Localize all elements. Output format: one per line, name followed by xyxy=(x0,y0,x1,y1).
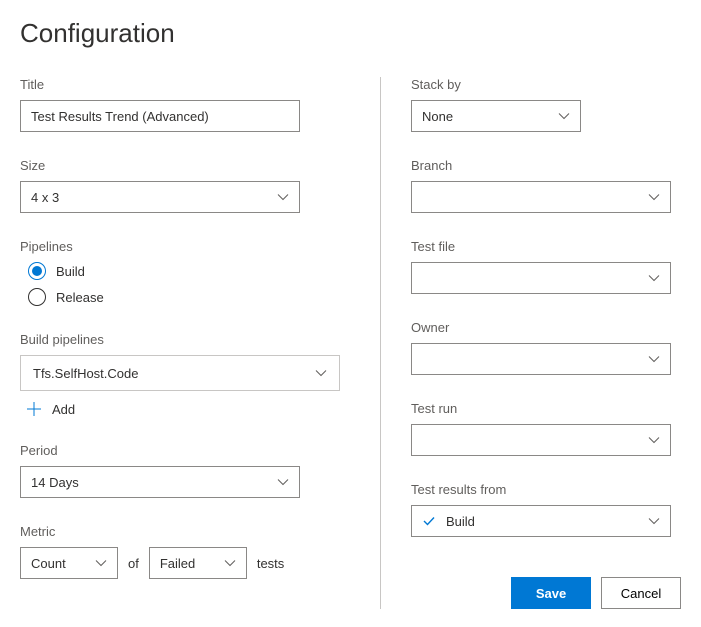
build-pipelines-value: Tfs.SelfHost.Code xyxy=(33,366,315,381)
testfile-select[interactable] xyxy=(411,262,671,294)
metric-field: Metric Count of Failed tests xyxy=(20,524,350,579)
pipelines-label: Pipelines xyxy=(20,239,350,254)
save-button[interactable]: Save xyxy=(511,577,591,609)
size-field: Size 4 x 3 xyxy=(20,158,350,213)
testrun-select[interactable] xyxy=(411,424,671,456)
owner-field: Owner xyxy=(411,320,681,375)
chevron-down-icon xyxy=(648,434,660,446)
page-title: Configuration xyxy=(20,18,681,49)
check-icon xyxy=(422,514,436,528)
metric-first-select[interactable]: Count xyxy=(20,547,118,579)
radio-build[interactable]: Build xyxy=(28,262,350,280)
build-pipelines-field: Build pipelines Tfs.SelfHost.Code Add xyxy=(20,332,350,417)
title-label: Title xyxy=(20,77,350,92)
radio-release-label: Release xyxy=(56,290,104,305)
period-label: Period xyxy=(20,443,350,458)
stackby-select[interactable]: None xyxy=(411,100,581,132)
resultsfrom-value: Build xyxy=(446,514,638,529)
chevron-down-icon xyxy=(648,191,660,203)
size-label: Size xyxy=(20,158,350,173)
radio-icon xyxy=(28,262,46,280)
metric-tests-text: tests xyxy=(257,556,284,571)
radio-icon xyxy=(28,288,46,306)
resultsfrom-select[interactable]: Build xyxy=(411,505,671,537)
stackby-value: None xyxy=(422,109,558,124)
resultsfrom-field: Test results from Build xyxy=(411,482,681,537)
chevron-down-icon xyxy=(277,191,289,203)
period-field: Period 14 Days xyxy=(20,443,350,498)
radio-release[interactable]: Release xyxy=(28,288,350,306)
build-pipelines-select[interactable]: Tfs.SelfHost.Code xyxy=(20,355,340,391)
testfile-field: Test file xyxy=(411,239,681,294)
chevron-down-icon xyxy=(315,367,327,379)
size-select[interactable]: 4 x 3 xyxy=(20,181,300,213)
chevron-down-icon xyxy=(648,272,660,284)
add-pipeline-button[interactable]: Add xyxy=(20,401,350,417)
size-value: 4 x 3 xyxy=(31,190,277,205)
cancel-button[interactable]: Cancel xyxy=(601,577,681,609)
title-field: Title xyxy=(20,77,350,132)
pipelines-field: Pipelines Build Release xyxy=(20,239,350,306)
chevron-down-icon xyxy=(648,515,660,527)
left-column: Title Size 4 x 3 Pipelines Build xyxy=(20,77,380,609)
stackby-label: Stack by xyxy=(411,77,681,92)
build-pipelines-label: Build pipelines xyxy=(20,332,350,347)
button-row: Save Cancel xyxy=(411,537,681,609)
metric-label: Metric xyxy=(20,524,350,539)
testrun-label: Test run xyxy=(411,401,681,416)
metric-first-value: Count xyxy=(31,556,95,571)
radio-build-label: Build xyxy=(56,264,85,279)
chevron-down-icon xyxy=(558,110,570,122)
metric-of-text: of xyxy=(128,556,139,571)
period-value: 14 Days xyxy=(31,475,277,490)
stackby-field: Stack by None xyxy=(411,77,681,132)
owner-label: Owner xyxy=(411,320,681,335)
branch-field: Branch xyxy=(411,158,681,213)
add-label: Add xyxy=(52,402,75,417)
owner-select[interactable] xyxy=(411,343,671,375)
testfile-label: Test file xyxy=(411,239,681,254)
chevron-down-icon xyxy=(224,557,236,569)
chevron-down-icon xyxy=(648,353,660,365)
branch-select[interactable] xyxy=(411,181,671,213)
right-column: Stack by None Branch Test file xyxy=(381,77,681,609)
testrun-field: Test run xyxy=(411,401,681,456)
metric-second-value: Failed xyxy=(160,556,224,571)
branch-label: Branch xyxy=(411,158,681,173)
plus-icon xyxy=(26,401,42,417)
metric-second-select[interactable]: Failed xyxy=(149,547,247,579)
title-input[interactable] xyxy=(20,100,300,132)
chevron-down-icon xyxy=(277,476,289,488)
chevron-down-icon xyxy=(95,557,107,569)
resultsfrom-label: Test results from xyxy=(411,482,681,497)
period-select[interactable]: 14 Days xyxy=(20,466,300,498)
